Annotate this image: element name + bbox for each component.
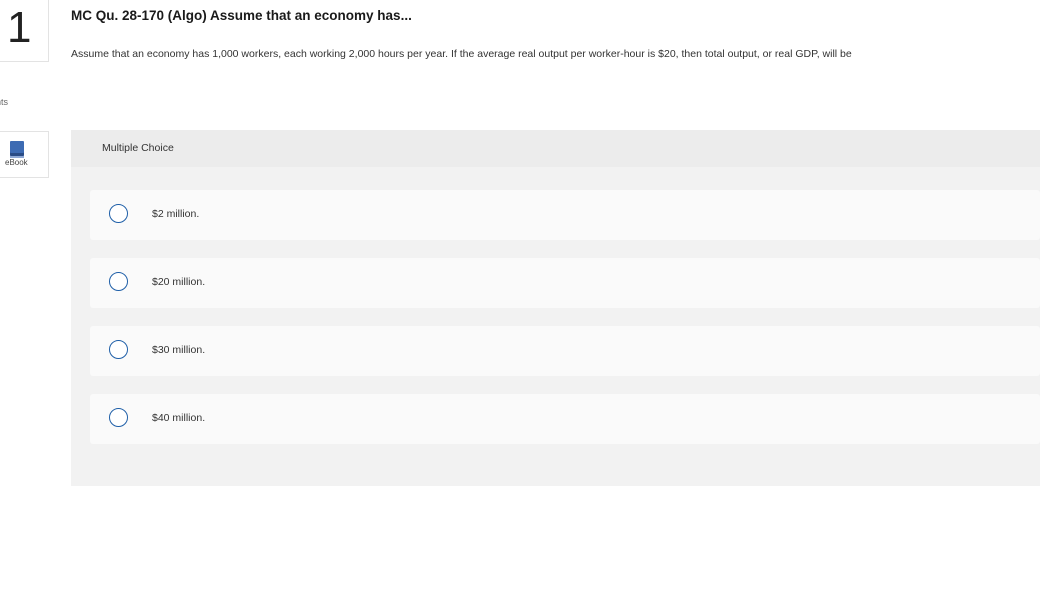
radio-button[interactable] (109, 204, 128, 223)
radio-button[interactable] (109, 272, 128, 291)
answer-option-label: $20 million. (152, 276, 206, 288)
answer-option-label: $2 million. (152, 208, 200, 220)
multiple-choice-header: Multiple Choice (71, 130, 1040, 167)
answer-option-label: $30 million. (152, 344, 206, 356)
radio-button[interactable] (109, 408, 128, 427)
radio-button[interactable] (109, 340, 128, 359)
multiple-choice-header-label: Multiple Choice (102, 142, 174, 154)
ebook-label: eBook (5, 158, 28, 167)
points-label: ints (0, 97, 9, 107)
question-page: 1 ints eBook MC Qu. 28-170 (Algo) Assume… (0, 0, 1040, 616)
ebook-button[interactable]: eBook (0, 131, 49, 178)
question-number: 1 (7, 3, 32, 52)
book-icon (10, 141, 24, 158)
question-number-box: 1 (0, 0, 49, 62)
question-text: Assume that an economy has 1,000 workers… (71, 48, 852, 60)
answer-option-1[interactable]: $2 million. (90, 190, 1040, 240)
multiple-choice-panel: Multiple Choice $2 million. $20 million.… (71, 130, 1040, 486)
answer-option-4[interactable]: $40 million. (90, 394, 1040, 444)
answer-option-3[interactable]: $30 million. (90, 326, 1040, 376)
answer-option-2[interactable]: $20 million. (90, 258, 1040, 308)
answer-option-label: $40 million. (152, 412, 206, 424)
question-title: MC Qu. 28-170 (Algo) Assume that an econ… (71, 8, 412, 23)
